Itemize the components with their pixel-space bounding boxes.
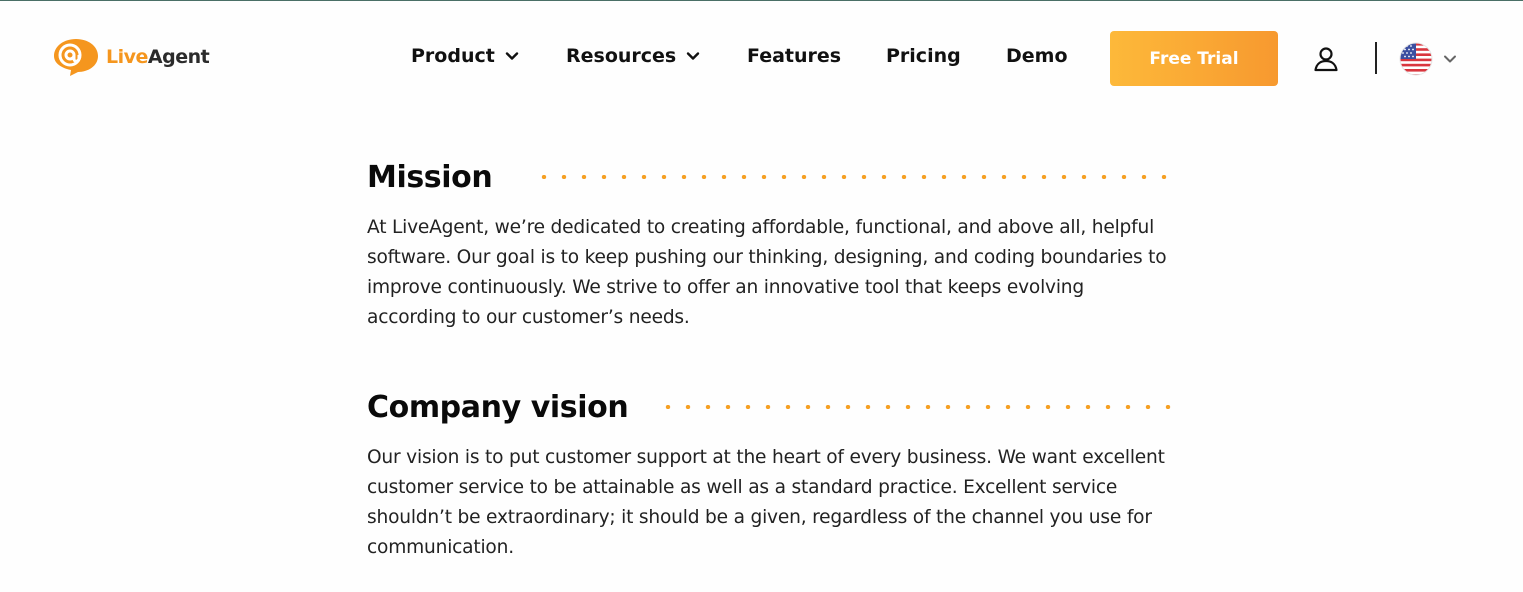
- free-trial-label: Free Trial: [1149, 48, 1239, 69]
- dotted-divider: [534, 175, 1179, 179]
- us-flag-icon: [1399, 42, 1433, 76]
- site-header: LiveAgent Product Resources Features Pri…: [0, 1, 1523, 113]
- nav-pricing-label: Pricing: [886, 45, 961, 67]
- vision-heading-row: Company vision: [367, 387, 1179, 427]
- nav-product[interactable]: Product: [411, 45, 519, 67]
- chevron-down-icon: [1444, 55, 1456, 63]
- nav-features[interactable]: Features: [747, 45, 841, 67]
- nav-pricing[interactable]: Pricing: [886, 45, 961, 67]
- nav-resources[interactable]: Resources: [566, 45, 700, 67]
- vision-text-line: Our vision is to put customer support at…: [367, 447, 1165, 468]
- dotted-divider: [658, 405, 1179, 409]
- vision-text-line: communication.: [367, 537, 514, 558]
- vision-text: Our vision is to put customer support at…: [367, 443, 1187, 563]
- chevron-down-icon: [687, 52, 700, 60]
- vision-title: Company vision: [367, 389, 629, 425]
- mission-title: Mission: [367, 159, 493, 195]
- nav-product-label: Product: [411, 45, 495, 67]
- logo-text-live: Live: [106, 45, 148, 68]
- mission-text-line: improve continuously. We strive to offer…: [367, 277, 1084, 298]
- vision-text-line: customer service to be attainable as wel…: [367, 477, 1118, 498]
- mission-text-line: according to our customer’s needs.: [367, 307, 690, 328]
- mission-text-line: At LiveAgent, we’re dedicated to creatin…: [367, 217, 1155, 238]
- mission-text: At LiveAgent, we’re dedicated to creatin…: [367, 213, 1187, 333]
- nav-demo-label: Demo: [1006, 45, 1068, 67]
- mission-heading-row: Mission: [367, 157, 1179, 197]
- language-selector[interactable]: [1399, 42, 1457, 76]
- nav-features-label: Features: [747, 45, 842, 67]
- logo-text: LiveAgent: [106, 45, 210, 68]
- nav-resources-label: Resources: [566, 45, 677, 67]
- free-trial-button[interactable]: Free Trial: [1110, 31, 1278, 86]
- chevron-down-icon: [505, 52, 519, 60]
- liveagent-logo-icon: [54, 39, 98, 76]
- header-divider: [1375, 42, 1377, 74]
- user-icon[interactable]: [1312, 45, 1340, 73]
- nav-demo[interactable]: Demo: [1006, 45, 1068, 67]
- liveagent-logo[interactable]: LiveAgent: [52, 37, 210, 77]
- mission-text-line: software. Our goal is to keep pushing ou…: [367, 247, 1167, 268]
- logo-text-agent: Agent: [147, 45, 210, 68]
- vision-text-line: shouldn’t be extraordinary; it should be…: [367, 507, 1152, 528]
